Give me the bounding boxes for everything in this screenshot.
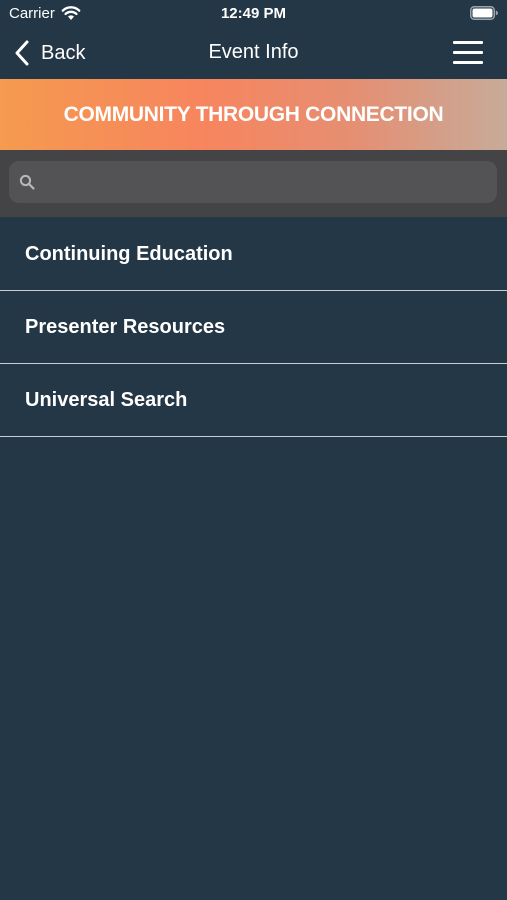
search-bar [0,150,507,217]
list-item-presenter-resources[interactable]: Presenter Resources [0,291,507,364]
search-input[interactable] [43,161,487,205]
list-item-universal-search[interactable]: Universal Search [0,364,507,437]
page-title: Event Info [208,41,299,63]
list-item-label: Continuing Education [25,242,233,265]
navigation-bar: Back Event Info [0,30,507,79]
search-field[interactable] [9,161,497,205]
event-info-list: Continuing Education Presenter Resources… [0,218,507,437]
list-item-label: Universal Search [25,388,188,411]
search-icon [19,174,35,190]
status-bar: Carrier 12:49 PM [0,0,507,30]
status-time: 12:49 PM [220,5,287,22]
list-item-label: Presenter Resources [25,315,226,338]
banner-text: COMMUNITY THROUGH CONNECTION [63,102,444,126]
list-item-continuing-education[interactable]: Continuing Education [0,218,507,291]
event-banner: COMMUNITY THROUGH CONNECTION [0,79,507,150]
battery-icon [470,6,498,20]
menu-icon[interactable] [453,40,483,66]
